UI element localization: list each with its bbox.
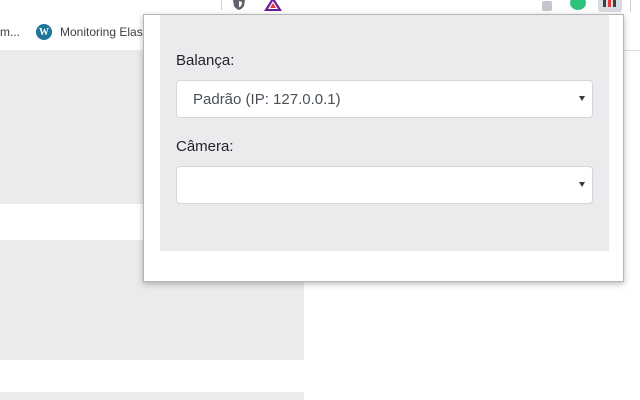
bookmark-monitoring[interactable]: W Monitoring Elas (36, 24, 143, 40)
scale-label: Balança: (176, 52, 235, 69)
bookmark-label: Monitoring Elas (60, 25, 143, 39)
shield-icon[interactable] (232, 0, 246, 10)
settings-panel: Balança: Padrão (IP: 127.0.0.1) Câmera: (160, 15, 609, 251)
bookmark-label: m... (0, 25, 20, 39)
screen: m... W Monitoring Elas Balança: Padrão (… (0, 0, 640, 400)
active-extension-icon (603, 0, 616, 7)
chevron-down-icon (579, 96, 585, 101)
scale-select[interactable]: Padrão (IP: 127.0.0.1) (176, 80, 593, 118)
wordpress-icon: W (36, 24, 52, 40)
chevron-down-icon (579, 182, 585, 187)
grammarly-icon[interactable] (570, 0, 586, 10)
browser-toolbar (0, 0, 640, 14)
prism-icon[interactable] (264, 0, 282, 11)
extension-popup: Balança: Padrão (IP: 127.0.0.1) Câmera: (143, 14, 624, 282)
camera-select[interactable] (176, 166, 593, 204)
active-extension-button[interactable] (598, 0, 622, 12)
camera-label: Câmera: (176, 138, 234, 155)
bookmark-item[interactable]: m... (0, 24, 20, 40)
omnibox-edge (221, 0, 222, 10)
scale-selected-value: Padrão (IP: 127.0.0.1) (193, 91, 341, 108)
page-card (0, 392, 304, 400)
toolbar-separator (630, 0, 631, 12)
grey-puzzle-icon[interactable] (540, 0, 554, 11)
